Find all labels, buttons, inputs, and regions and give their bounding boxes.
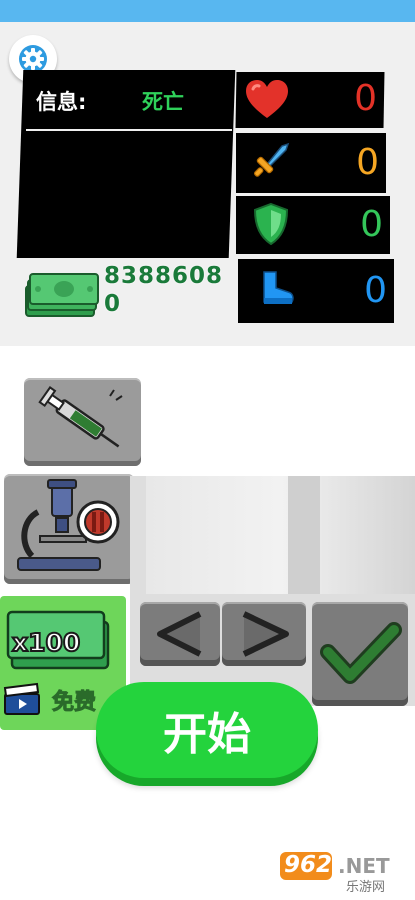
info-row: 信息: 死亡 [36,86,226,116]
watermark-number: 962 [284,852,333,878]
free-label: 免费 [51,690,97,716]
right-arrow-button[interactable] [222,602,306,666]
hud-panel: 信息: 死亡 0 0 0 0 8388608 0 [0,22,415,346]
chevron-right-icon [242,611,289,657]
money-icon [25,273,99,317]
start-label: 开始 [163,709,251,760]
syringe-icon [38,386,123,448]
watermark-sub: 乐游网 [346,880,386,895]
speed-value: 0 [364,270,387,311]
microscope-tool-button[interactable] [4,474,134,584]
health-value: 0 [354,78,377,119]
status-value: 死亡 [142,90,184,114]
microscope-icon [17,479,120,571]
money-line-2: 0 [104,291,122,317]
machine-ridge [288,476,320,594]
confirm-button[interactable] [312,602,408,706]
machine-top-face [146,476,415,594]
multiplier-label: x100 [11,627,81,658]
attack-value: 0 [356,142,379,183]
video-clapper-icon [3,682,40,715]
watermark: 962 .NET 乐游网 [276,850,410,896]
syringe-tool-button[interactable] [24,378,141,466]
money-amount: 8388608 0 [104,262,223,318]
watermark-suffix: .NET [338,854,390,878]
top-status-strip [0,0,415,22]
boot-icon [263,271,294,304]
defense-value: 0 [360,204,383,245]
start-button[interactable]: 开始 [96,682,318,778]
money-line-1: 8388608 [104,263,224,289]
left-arrow-button[interactable] [140,602,220,666]
chevron-left-icon [157,611,202,657]
heart-icon [246,80,288,118]
sword-icon [253,142,290,177]
info-divider [26,129,232,131]
info-label: 信息: [36,90,87,114]
shield-icon [253,202,289,246]
checkmark-icon [320,622,402,684]
